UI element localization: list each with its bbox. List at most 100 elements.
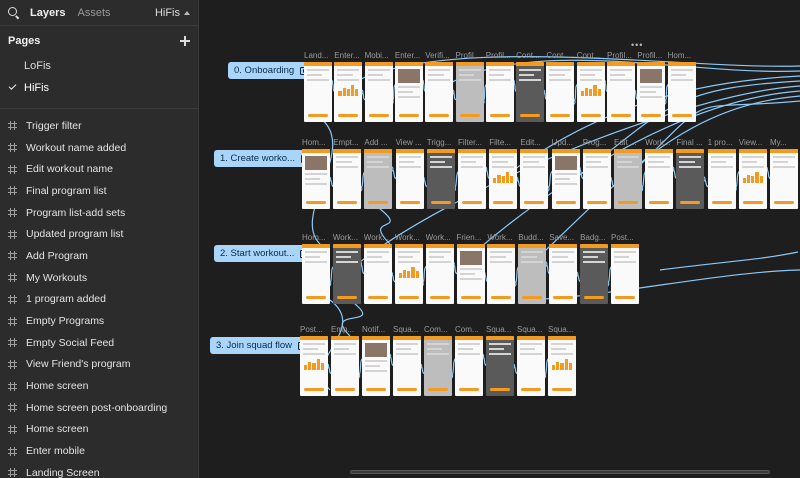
- screen-frame[interactable]: [487, 244, 516, 304]
- frame-title[interactable]: Enter...: [395, 51, 425, 60]
- frame-title[interactable]: Squa...: [548, 325, 578, 334]
- screen-frame[interactable]: [425, 244, 454, 304]
- screen-frame[interactable]: [614, 149, 642, 209]
- frame-title[interactable]: Enter...: [334, 51, 364, 60]
- frame-title[interactable]: Work...: [487, 233, 517, 242]
- screen-frame[interactable]: [738, 149, 767, 209]
- layer-item[interactable]: Final program list: [0, 180, 198, 202]
- screen-frame[interactable]: [363, 244, 392, 304]
- screen-frame[interactable]: [364, 149, 393, 209]
- frame-title[interactable]: View...: [739, 138, 769, 147]
- layer-item[interactable]: Enter mobile: [0, 440, 198, 462]
- frame-title[interactable]: Empt...: [333, 138, 363, 147]
- frame-title[interactable]: Upd...: [552, 138, 582, 147]
- screen-frame[interactable]: [485, 62, 514, 122]
- frame-title[interactable]: Cont...: [577, 51, 607, 60]
- frame-title[interactable]: Filter...: [458, 138, 488, 147]
- frame-title[interactable]: Frien...: [457, 233, 487, 242]
- screen-frame[interactable]: [426, 149, 455, 209]
- layer-item[interactable]: Trigger filter: [0, 115, 198, 137]
- frame-title[interactable]: Profil...: [637, 51, 667, 60]
- frame-title[interactable]: Land...: [304, 51, 334, 60]
- screen-frame[interactable]: [331, 336, 359, 396]
- layer-item[interactable]: 1 program added: [0, 289, 198, 311]
- layer-item[interactable]: Empty Programs: [0, 310, 198, 332]
- screen-frame[interactable]: [302, 244, 330, 304]
- screen-frame[interactable]: [300, 336, 328, 396]
- screen-frame[interactable]: [517, 336, 545, 396]
- screen-frame[interactable]: [486, 336, 514, 396]
- layer-item[interactable]: View Friend's program: [0, 354, 198, 376]
- screen-frame[interactable]: [332, 244, 361, 304]
- screen-frame[interactable]: [637, 62, 666, 122]
- layer-item[interactable]: Updated program list: [0, 223, 198, 245]
- frame-title[interactable]: Profil...: [456, 51, 486, 60]
- screen-frame[interactable]: [607, 62, 635, 122]
- screen-frame[interactable]: [667, 62, 696, 122]
- screen-frame[interactable]: [676, 149, 705, 209]
- frame-title[interactable]: Hom...: [302, 233, 332, 242]
- frame-title[interactable]: Edit ...: [614, 138, 644, 147]
- layer-item[interactable]: Home screen: [0, 375, 198, 397]
- frame-title[interactable]: Final ...: [676, 138, 706, 147]
- screen-frame[interactable]: [304, 62, 332, 122]
- frame-title[interactable]: Save...: [549, 233, 579, 242]
- tab-layers[interactable]: Layers: [30, 7, 65, 19]
- frame-title[interactable]: Post...: [300, 325, 330, 334]
- frame-title[interactable]: Work...: [395, 233, 425, 242]
- screen-frame[interactable]: [546, 62, 575, 122]
- screen-frame[interactable]: [455, 336, 483, 396]
- screen-frame[interactable]: [582, 149, 611, 209]
- flow-starting-point[interactable]: 1. Create worko...: [214, 150, 316, 167]
- frame-title[interactable]: Work...: [333, 233, 363, 242]
- flow-starting-point[interactable]: 0. Onboarding: [228, 62, 316, 79]
- screen-frame[interactable]: [645, 149, 674, 209]
- screen-frame[interactable]: [393, 336, 421, 396]
- screen-frame[interactable]: [518, 244, 547, 304]
- screen-frame[interactable]: [364, 62, 393, 122]
- tab-assets[interactable]: Assets: [77, 7, 110, 19]
- screen-frame[interactable]: [362, 336, 390, 396]
- layer-item[interactable]: Home screen: [0, 419, 198, 441]
- frame-title[interactable]: View ...: [396, 138, 426, 147]
- page-item-lofis[interactable]: LoFis: [0, 55, 198, 77]
- screen-frame[interactable]: [611, 244, 639, 304]
- frame-title[interactable]: Com...: [455, 325, 485, 334]
- page-switcher[interactable]: HiFis: [155, 7, 190, 19]
- screen-frame[interactable]: [516, 62, 545, 122]
- frame-title[interactable]: Budd...: [518, 233, 548, 242]
- flow-starting-point[interactable]: 2. Start workout...: [214, 245, 316, 262]
- screen-frame[interactable]: [549, 244, 578, 304]
- more-icon[interactable]: •••: [631, 40, 643, 50]
- screen-frame[interactable]: [302, 149, 330, 209]
- frame-title[interactable]: Filte...: [489, 138, 519, 147]
- layer-item[interactable]: Home screen post-onboarding: [0, 397, 198, 419]
- frame-title[interactable]: Work...: [645, 138, 675, 147]
- horizontal-scrollbar[interactable]: [350, 470, 770, 474]
- frame-title[interactable]: My...: [770, 138, 800, 147]
- screen-frame[interactable]: [707, 149, 736, 209]
- frame-title[interactable]: Add ...: [364, 138, 394, 147]
- screen-frame[interactable]: [548, 336, 576, 396]
- layer-item[interactable]: Program list-add sets: [0, 202, 198, 224]
- screen-frame[interactable]: [458, 149, 486, 209]
- frame-title[interactable]: Hom...: [302, 138, 332, 147]
- screen-frame[interactable]: [395, 149, 424, 209]
- frame-title[interactable]: Work...: [364, 233, 394, 242]
- frame-title[interactable]: Squa...: [486, 325, 516, 334]
- screen-frame[interactable]: [333, 149, 362, 209]
- frame-title[interactable]: Mobi...: [365, 51, 395, 60]
- page-item-hifis[interactable]: HiFis: [0, 77, 198, 99]
- frame-title[interactable]: Squa...: [517, 325, 547, 334]
- frame-title[interactable]: Cont...: [546, 51, 576, 60]
- screen-frame[interactable]: [394, 62, 423, 122]
- screen-frame[interactable]: [551, 149, 580, 209]
- design-canvas[interactable]: ••• 0. Onboarding Land... Enter... Mobi... E…: [200, 0, 800, 478]
- screen-frame[interactable]: [424, 336, 452, 396]
- frame-title[interactable]: Badg...: [580, 233, 610, 242]
- layer-item[interactable]: Edit workout name: [0, 158, 198, 180]
- layer-item[interactable]: Empty Social Feed: [0, 332, 198, 354]
- frame-title[interactable]: 1 pro...: [708, 138, 738, 147]
- frame-title[interactable]: Notif...: [362, 325, 392, 334]
- screen-frame[interactable]: [425, 62, 454, 122]
